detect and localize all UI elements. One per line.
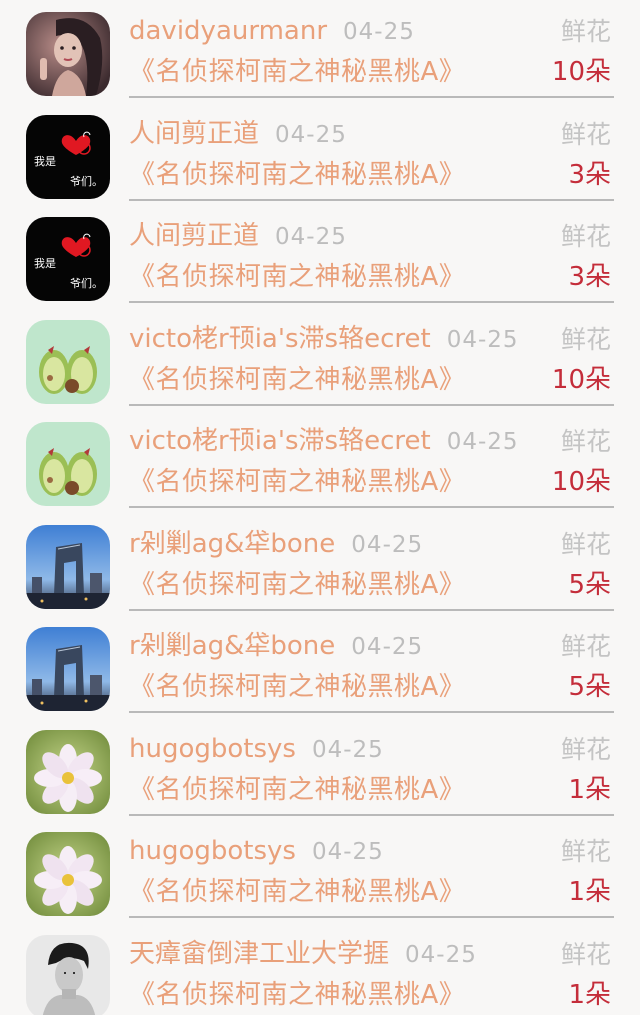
sender-name[interactable]: victo栳r顸ia's滞s辂ecret 04-25 (129, 322, 519, 357)
gift-count: 10朵 (551, 467, 611, 497)
gift-count: 5朵 (568, 672, 611, 702)
sender-name[interactable]: victo栳r顸ia's滞s辂ecret 04-25 (129, 424, 519, 459)
sender-name[interactable]: hugogbotsys 04-25 (129, 732, 384, 767)
send-date: 04-25 (446, 326, 519, 353)
send-date: 04-25 (405, 941, 477, 968)
avocado-avatar[interactable] (26, 319, 110, 404)
work-title: 《名侦探柯南之神秘黑桃A》 (129, 159, 466, 190)
gift-record-row[interactable]: victo栳r顸ia's滞s辂ecret 04-25 鲜花 《名侦探柯南之神秘黑桃… (0, 308, 640, 411)
row-divider (129, 301, 614, 303)
gift-type-label: 鲜花 (560, 427, 611, 456)
gift-count: 1朵 (568, 877, 611, 907)
city-building-avatar[interactable] (26, 524, 110, 609)
row-divider (129, 916, 614, 918)
work-title: 《名侦探柯南之神秘黑桃A》 (129, 979, 466, 1010)
work-title: 《名侦探柯南之神秘黑桃A》 (129, 57, 466, 87)
send-date: 04-25 (351, 531, 424, 558)
svg-text:爷们。: 爷们。 (70, 276, 103, 290)
black-hearts-avatar[interactable]: 我是 爷们。 (26, 114, 110, 199)
work-title: 《名侦探柯南之神秘黑桃A》 (129, 774, 466, 805)
send-date: 04-25 (446, 429, 519, 455)
work-title: 《名侦探柯南之神秘黑桃A》 (129, 569, 466, 600)
send-date: 04-25 (343, 19, 415, 45)
gift-record-row[interactable]: r剁剿ag&牮bone 04-25 鲜花 《名侦探柯南之神秘黑桃A》 5朵 (0, 615, 640, 718)
sender-name[interactable]: davidyaurmanr 04-25 (129, 14, 415, 49)
flower-avatar[interactable] (26, 729, 110, 814)
gift-record-row[interactable]: 天瘴畲倒津工业大学捱 04-25 鲜花 《名侦探柯南之神秘黑桃A》 1朵 (0, 923, 640, 1015)
black-hearts-avatar[interactable]: 我是 爷们。 (26, 217, 110, 301)
avocado-avatar[interactable] (26, 422, 110, 506)
gift-type-label: 鲜花 (560, 119, 611, 149)
gift-type-label: 鲜花 (560, 17, 611, 46)
work-title: 《名侦探柯南之神秘黑桃A》 (129, 364, 466, 395)
row-divider (129, 403, 614, 406)
svg-text:我是: 我是 (34, 155, 56, 168)
gift-type-label: 鲜花 (560, 734, 611, 764)
gift-type-label: 鲜花 (560, 324, 611, 354)
svg-text:我是: 我是 (34, 257, 56, 270)
gift-record-row[interactable]: hugogbotsys 04-25 鲜花 《名侦探柯南之神秘黑桃A》 1朵 (0, 820, 640, 923)
girl-portrait-avatar[interactable] (26, 12, 110, 96)
gift-record-row[interactable]: hugogbotsys 04-25 鲜花 《名侦探柯南之神秘黑桃A》 1朵 (0, 718, 640, 821)
row-divider (129, 96, 614, 98)
gift-record-row[interactable]: davidyaurmanr 04-25 鲜花 《名侦探柯南之神秘黑桃A》 10朵 (0, 0, 640, 103)
gift-type-label: 鲜花 (560, 632, 611, 661)
gift-count: 1朵 (568, 979, 611, 1010)
city-building-avatar[interactable] (26, 627, 110, 711)
gift-record-row[interactable]: victo栳r顸ia's滞s辂ecret 04-25 鲜花 《名侦探柯南之神秘黑桃… (0, 410, 640, 513)
gift-count: 3朵 (568, 159, 611, 190)
gift-type-label: 鲜花 (560, 939, 611, 969)
gift-type-label: 鲜花 (560, 529, 611, 559)
send-date: 04-25 (275, 224, 347, 250)
gift-count: 3朵 (568, 262, 611, 292)
row-divider (129, 608, 614, 611)
gift-record-list: davidyaurmanr 04-25 鲜花 《名侦探柯南之神秘黑桃A》 10朵 … (0, 0, 640, 1015)
work-title: 《名侦探柯南之神秘黑桃A》 (129, 467, 466, 497)
man-portrait-avatar[interactable] (26, 934, 110, 1015)
row-divider (129, 711, 614, 713)
gift-record-row[interactable]: 我是 爷们。 人间剪正道 04-25 鲜花 《名侦探柯南之神秘黑桃A》 3朵 (0, 103, 640, 206)
gift-count: 5朵 (568, 569, 611, 600)
gift-record-row[interactable]: 我是 爷们。 人间剪正道 04-25 鲜花 《名侦探柯南之神秘黑桃A》 3朵 (0, 205, 640, 308)
sender-name[interactable]: r剁剿ag&牮bone 04-25 (129, 629, 423, 664)
send-date: 04-25 (311, 736, 384, 763)
gift-type-label: 鲜花 (560, 222, 611, 251)
gift-count: 10朵 (551, 57, 611, 87)
work-title: 《名侦探柯南之神秘黑桃A》 (129, 262, 466, 292)
send-date: 04-25 (351, 634, 424, 660)
row-divider (129, 813, 614, 816)
gift-count: 1朵 (568, 774, 611, 805)
sender-name[interactable]: r剁剿ag&牮bone 04-25 (129, 527, 423, 562)
send-date: 04-25 (275, 121, 347, 148)
sender-name[interactable]: 人间剪正道 04-25 (129, 117, 347, 152)
send-date: 04-25 (311, 839, 384, 865)
gift-count: 10朵 (551, 364, 611, 395)
sender-name[interactable]: 天瘴畲倒津工业大学捱 04-25 (129, 937, 477, 972)
row-divider (129, 506, 614, 508)
work-title: 《名侦探柯南之神秘黑桃A》 (129, 877, 466, 907)
sender-name[interactable]: 人间剪正道 04-25 (129, 219, 347, 254)
row-divider (129, 198, 614, 201)
flower-avatar[interactable] (26, 832, 110, 916)
gift-type-label: 鲜花 (560, 837, 611, 866)
gift-record-row[interactable]: r剁剿ag&牮bone 04-25 鲜花 《名侦探柯南之神秘黑桃A》 5朵 (0, 513, 640, 616)
sender-name[interactable]: hugogbotsys 04-25 (129, 834, 384, 869)
work-title: 《名侦探柯南之神秘黑桃A》 (129, 672, 466, 702)
svg-text:爷们。: 爷们。 (70, 174, 103, 188)
